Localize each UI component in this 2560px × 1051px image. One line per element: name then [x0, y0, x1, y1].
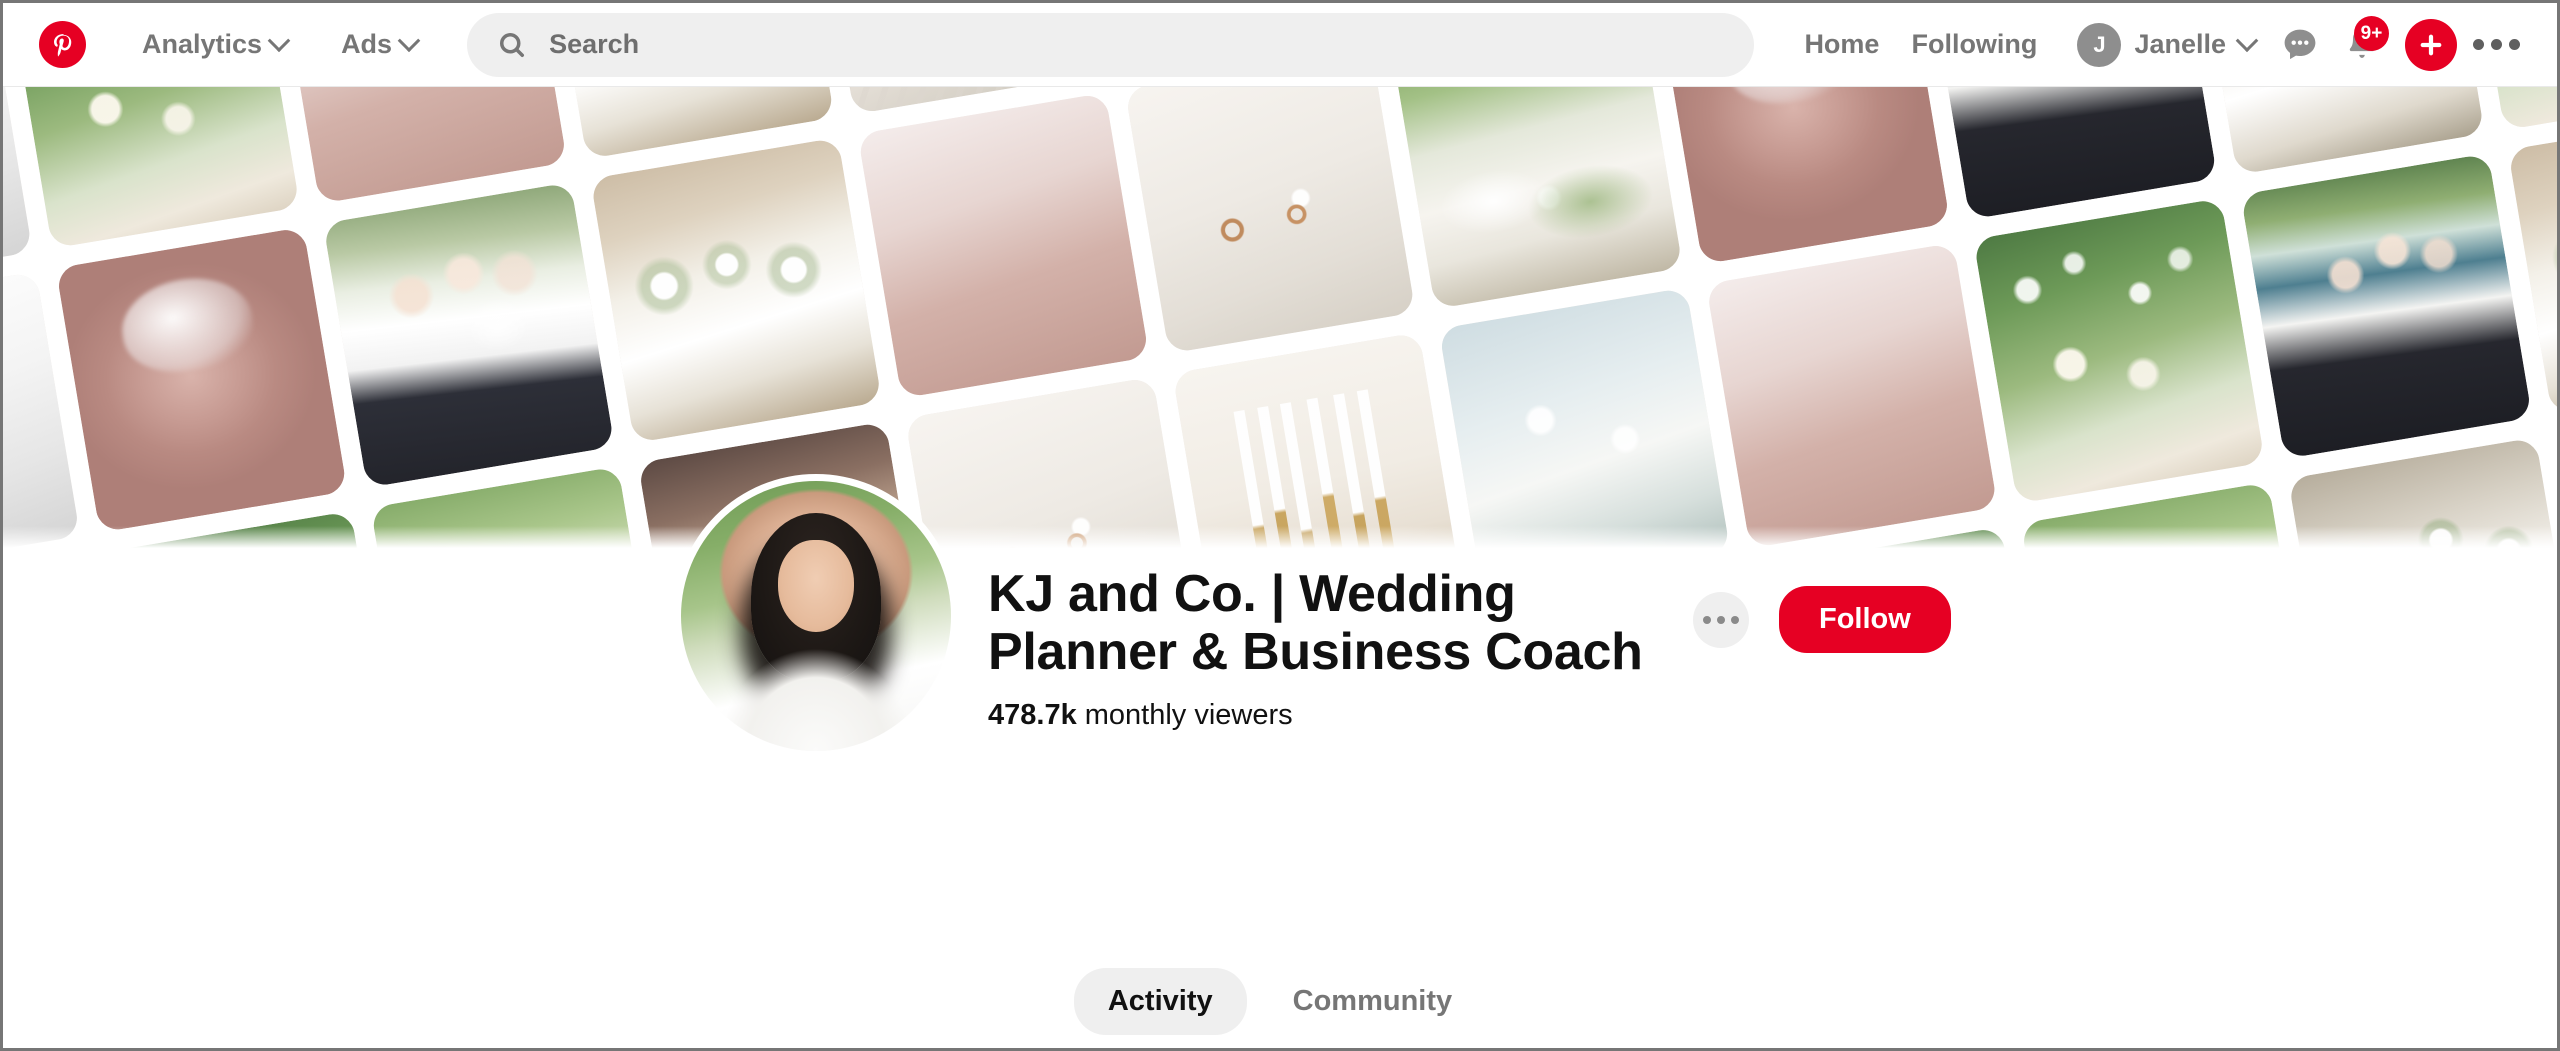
profile-cover-collage	[3, 87, 2557, 552]
collage-tile	[275, 87, 567, 204]
avatar-face	[778, 540, 854, 633]
ellipsis-icon	[2508, 39, 2520, 50]
chevron-down-icon	[397, 28, 421, 52]
search-bar[interactable]	[467, 12, 1755, 77]
search-input[interactable]	[549, 29, 1725, 60]
collage-tile	[322, 182, 615, 488]
collage-tile	[3, 87, 33, 294]
create-button[interactable]	[2405, 18, 2457, 71]
collage-tile	[589, 137, 882, 444]
collage-tile	[1171, 332, 1464, 552]
account-name: Janelle	[2134, 29, 2226, 59]
page-title: KJ and Co. | Wedding Planner & Business …	[988, 565, 1643, 682]
messages-button[interactable]	[2269, 14, 2331, 76]
search-icon	[497, 30, 527, 60]
collage-tile	[1658, 87, 1951, 265]
notifications-badge: 9+	[2354, 15, 2389, 51]
nav-following[interactable]: Following	[1895, 19, 2053, 70]
collage-tile	[8, 87, 300, 249]
collage-tile	[1391, 87, 1684, 310]
ellipsis-icon	[1717, 615, 1725, 624]
browser-window: Analytics Ads Home Following J Janelle	[0, 0, 2560, 1051]
chevron-down-icon	[267, 28, 291, 52]
profile-actions: Follow	[1693, 586, 1951, 653]
collage-tile	[1439, 287, 1731, 552]
more-options-button[interactable]	[2467, 16, 2525, 74]
profile-info: KJ and Co. | Wedding Planner & Business …	[988, 565, 1688, 732]
avatar	[681, 481, 951, 751]
notifications-button[interactable]: 9+	[2331, 14, 2393, 76]
top-navigation-bar: Analytics Ads Home Following J Janelle	[3, 3, 2557, 86]
chevron-down-icon	[2235, 28, 2259, 52]
collage-tile	[2240, 153, 2533, 459]
nav-analytics[interactable]: Analytics	[138, 21, 291, 68]
ellipsis-icon	[2472, 39, 2484, 50]
collage-tile	[55, 226, 348, 533]
follow-button[interactable]: Follow	[1779, 586, 1951, 653]
viewers-count: 478.7k	[988, 699, 1077, 732]
collage-tile	[2555, 392, 2557, 552]
nav-home[interactable]: Home	[1788, 19, 1895, 70]
header-divider	[3, 86, 2557, 87]
tab-activity[interactable]: Activity	[1073, 968, 1247, 1035]
profile-photo[interactable]	[674, 474, 958, 758]
collage-tile	[1706, 242, 1998, 549]
profile-more-options-button[interactable]	[1693, 591, 1749, 648]
collage-grid	[3, 87, 2557, 552]
collage-tile	[2288, 437, 2557, 552]
header-actions: Home Following J Janelle 9+	[1788, 14, 2529, 76]
plus-icon	[2416, 30, 2446, 60]
account-menu[interactable]: J Janelle	[2063, 15, 2269, 75]
profile-tabs: Activity Community	[3, 968, 2557, 1035]
ellipsis-icon	[1731, 615, 1739, 624]
collage-tile	[857, 92, 1149, 399]
ellipsis-icon	[2490, 39, 2502, 50]
pinterest-logo-icon[interactable]	[39, 21, 86, 68]
nav-analytics-label: Analytics	[142, 29, 263, 59]
account-avatar: J	[2077, 22, 2122, 67]
monthly-viewers: 478.7k monthly viewers	[988, 699, 1688, 732]
collage-tile	[904, 376, 1197, 552]
collage-tile	[1925, 87, 2218, 220]
nav-ads-label: Ads	[341, 29, 393, 59]
collage-tile	[1973, 197, 2266, 504]
tab-community[interactable]: Community	[1259, 968, 1487, 1035]
messages-bubble-icon	[2279, 24, 2321, 66]
collage-tile	[1124, 87, 1417, 354]
ellipsis-icon	[1703, 615, 1711, 624]
viewers-label: monthly viewers	[1084, 699, 1293, 732]
nav-ads[interactable]: Ads	[337, 21, 421, 68]
